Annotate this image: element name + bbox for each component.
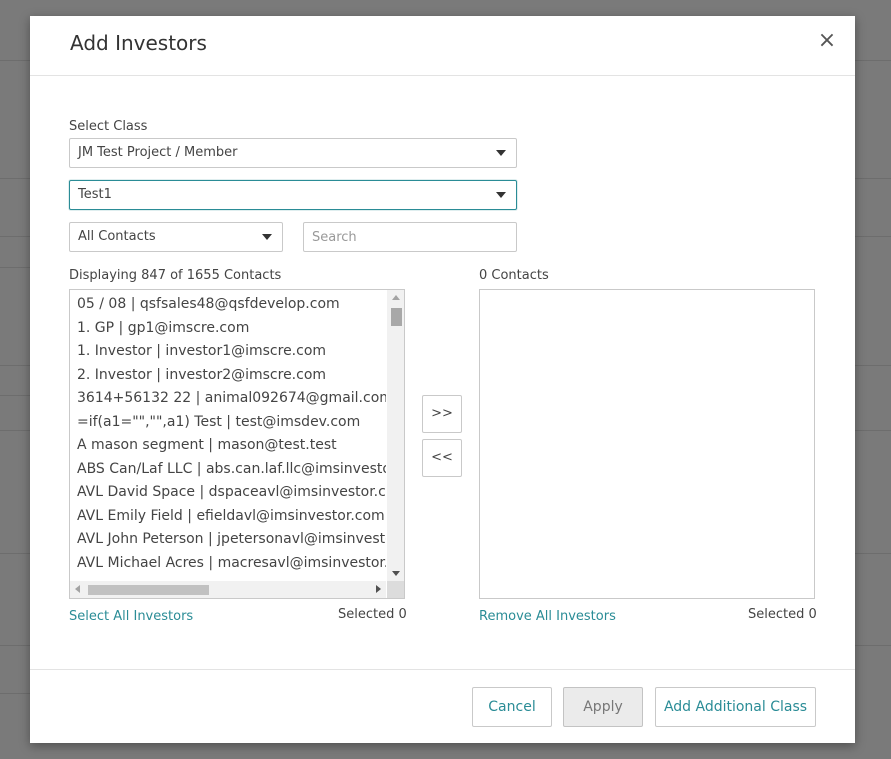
- scroll-down-icon[interactable]: [392, 571, 400, 576]
- chevron-down-icon: [496, 192, 506, 198]
- list-item[interactable]: 1. Investor | investor1@imscre.com: [70, 340, 386, 364]
- horizontal-scrollbar[interactable]: [70, 581, 386, 598]
- background-divider: [0, 553, 30, 554]
- background-divider: [0, 178, 30, 179]
- list-item[interactable]: ABS Can/Laf LLC | abs.can.laf.llc@imsinv…: [70, 458, 386, 482]
- left-selected-count: Selected 0: [338, 607, 407, 622]
- list-item[interactable]: 1. GP | gp1@imscre.com: [70, 317, 386, 341]
- list-item[interactable]: AVL Emily Field | efieldavl@imsinvestor.…: [70, 505, 386, 529]
- search-input[interactable]: [303, 222, 517, 252]
- right-selected-count: Selected 0: [748, 607, 817, 622]
- list-item[interactable]: =if(a1="","",a1) Test | test@imsdev.com: [70, 411, 386, 435]
- scroll-right-icon[interactable]: [376, 585, 381, 593]
- list-item[interactable]: AVL David Space | dspaceavl@imsinvestor.…: [70, 481, 386, 505]
- scroll-up-icon[interactable]: [392, 295, 400, 300]
- list-item[interactable]: AVL Michael Acres | macresavl@imsinvesto…: [70, 552, 386, 576]
- background-divider: [855, 178, 891, 179]
- cancel-button[interactable]: Cancel: [472, 687, 552, 727]
- background-divider: [0, 60, 30, 61]
- subclass-select-value: Test1: [78, 187, 112, 202]
- scroll-left-icon[interactable]: [75, 585, 80, 593]
- remove-selected-button[interactable]: <<: [422, 439, 462, 477]
- add-investors-dialog: Add Investors × Select Class JM Test Pro…: [30, 16, 855, 743]
- dialog-footer: Cancel Apply Add Additional Class: [30, 669, 855, 744]
- list-item[interactable]: AVL John Peterson | jpetersonavl@imsinve…: [70, 528, 386, 552]
- list-item[interactable]: 2. Investor | investor2@imscre.com: [70, 364, 386, 388]
- list-item[interactable]: 05 / 08 | qsfsales48@qsfdevelop.com: [70, 293, 386, 317]
- apply-button[interactable]: Apply: [563, 687, 643, 727]
- scroll-thumb[interactable]: [391, 308, 402, 326]
- dialog-header: Add Investors ×: [30, 16, 855, 76]
- available-contacts-items: 05 / 08 | qsfsales48@qsfdevelop.com 1. GP…: [70, 290, 386, 585]
- contact-filter-select[interactable]: All Contacts: [69, 222, 283, 252]
- background-divider: [0, 645, 30, 646]
- horizontal-scroll-thumb[interactable]: [88, 585, 209, 595]
- select-all-investors-link[interactable]: Select All Investors: [69, 609, 193, 624]
- background-divider: [0, 236, 30, 237]
- list-item[interactable]: 3614+56132 22 | animal092674@gmail.com: [70, 387, 386, 411]
- contact-filter-value: All Contacts: [78, 229, 156, 244]
- background-divider: [855, 553, 891, 554]
- background-divider: [0, 693, 30, 694]
- class-select-value: JM Test Project / Member: [78, 145, 238, 160]
- displaying-contacts-text: Displaying 847 of 1655 Contacts: [69, 268, 282, 283]
- chevron-down-icon: [262, 234, 272, 240]
- selected-contacts-count: 0 Contacts: [479, 268, 549, 283]
- class-select[interactable]: JM Test Project / Member: [69, 138, 517, 168]
- list-item[interactable]: A mason segment | mason@test.test: [70, 434, 386, 458]
- selected-contacts-list[interactable]: [479, 289, 815, 599]
- vertical-scrollbar[interactable]: [387, 290, 404, 581]
- subclass-select[interactable]: Test1: [69, 180, 517, 210]
- remove-all-investors-link[interactable]: Remove All Investors: [479, 609, 616, 624]
- select-class-label: Select Class: [69, 119, 148, 134]
- background-divider: [855, 430, 891, 431]
- background-divider: [0, 430, 30, 431]
- add-selected-button[interactable]: >>: [422, 395, 462, 433]
- scrollbar-corner: [387, 581, 404, 598]
- background-divider: [0, 267, 30, 268]
- close-icon[interactable]: ×: [817, 30, 837, 52]
- background-divider: [855, 365, 891, 366]
- add-additional-class-button[interactable]: Add Additional Class: [655, 687, 816, 727]
- chevron-down-icon: [496, 150, 506, 156]
- background-divider: [0, 365, 30, 366]
- dialog-title: Add Investors: [70, 31, 207, 55]
- background-divider: [855, 645, 891, 646]
- background-divider: [855, 60, 891, 61]
- background-divider: [855, 236, 891, 237]
- available-contacts-list[interactable]: 05 / 08 | qsfsales48@qsfdevelop.com 1. GP…: [69, 289, 405, 599]
- background-divider: [0, 395, 30, 396]
